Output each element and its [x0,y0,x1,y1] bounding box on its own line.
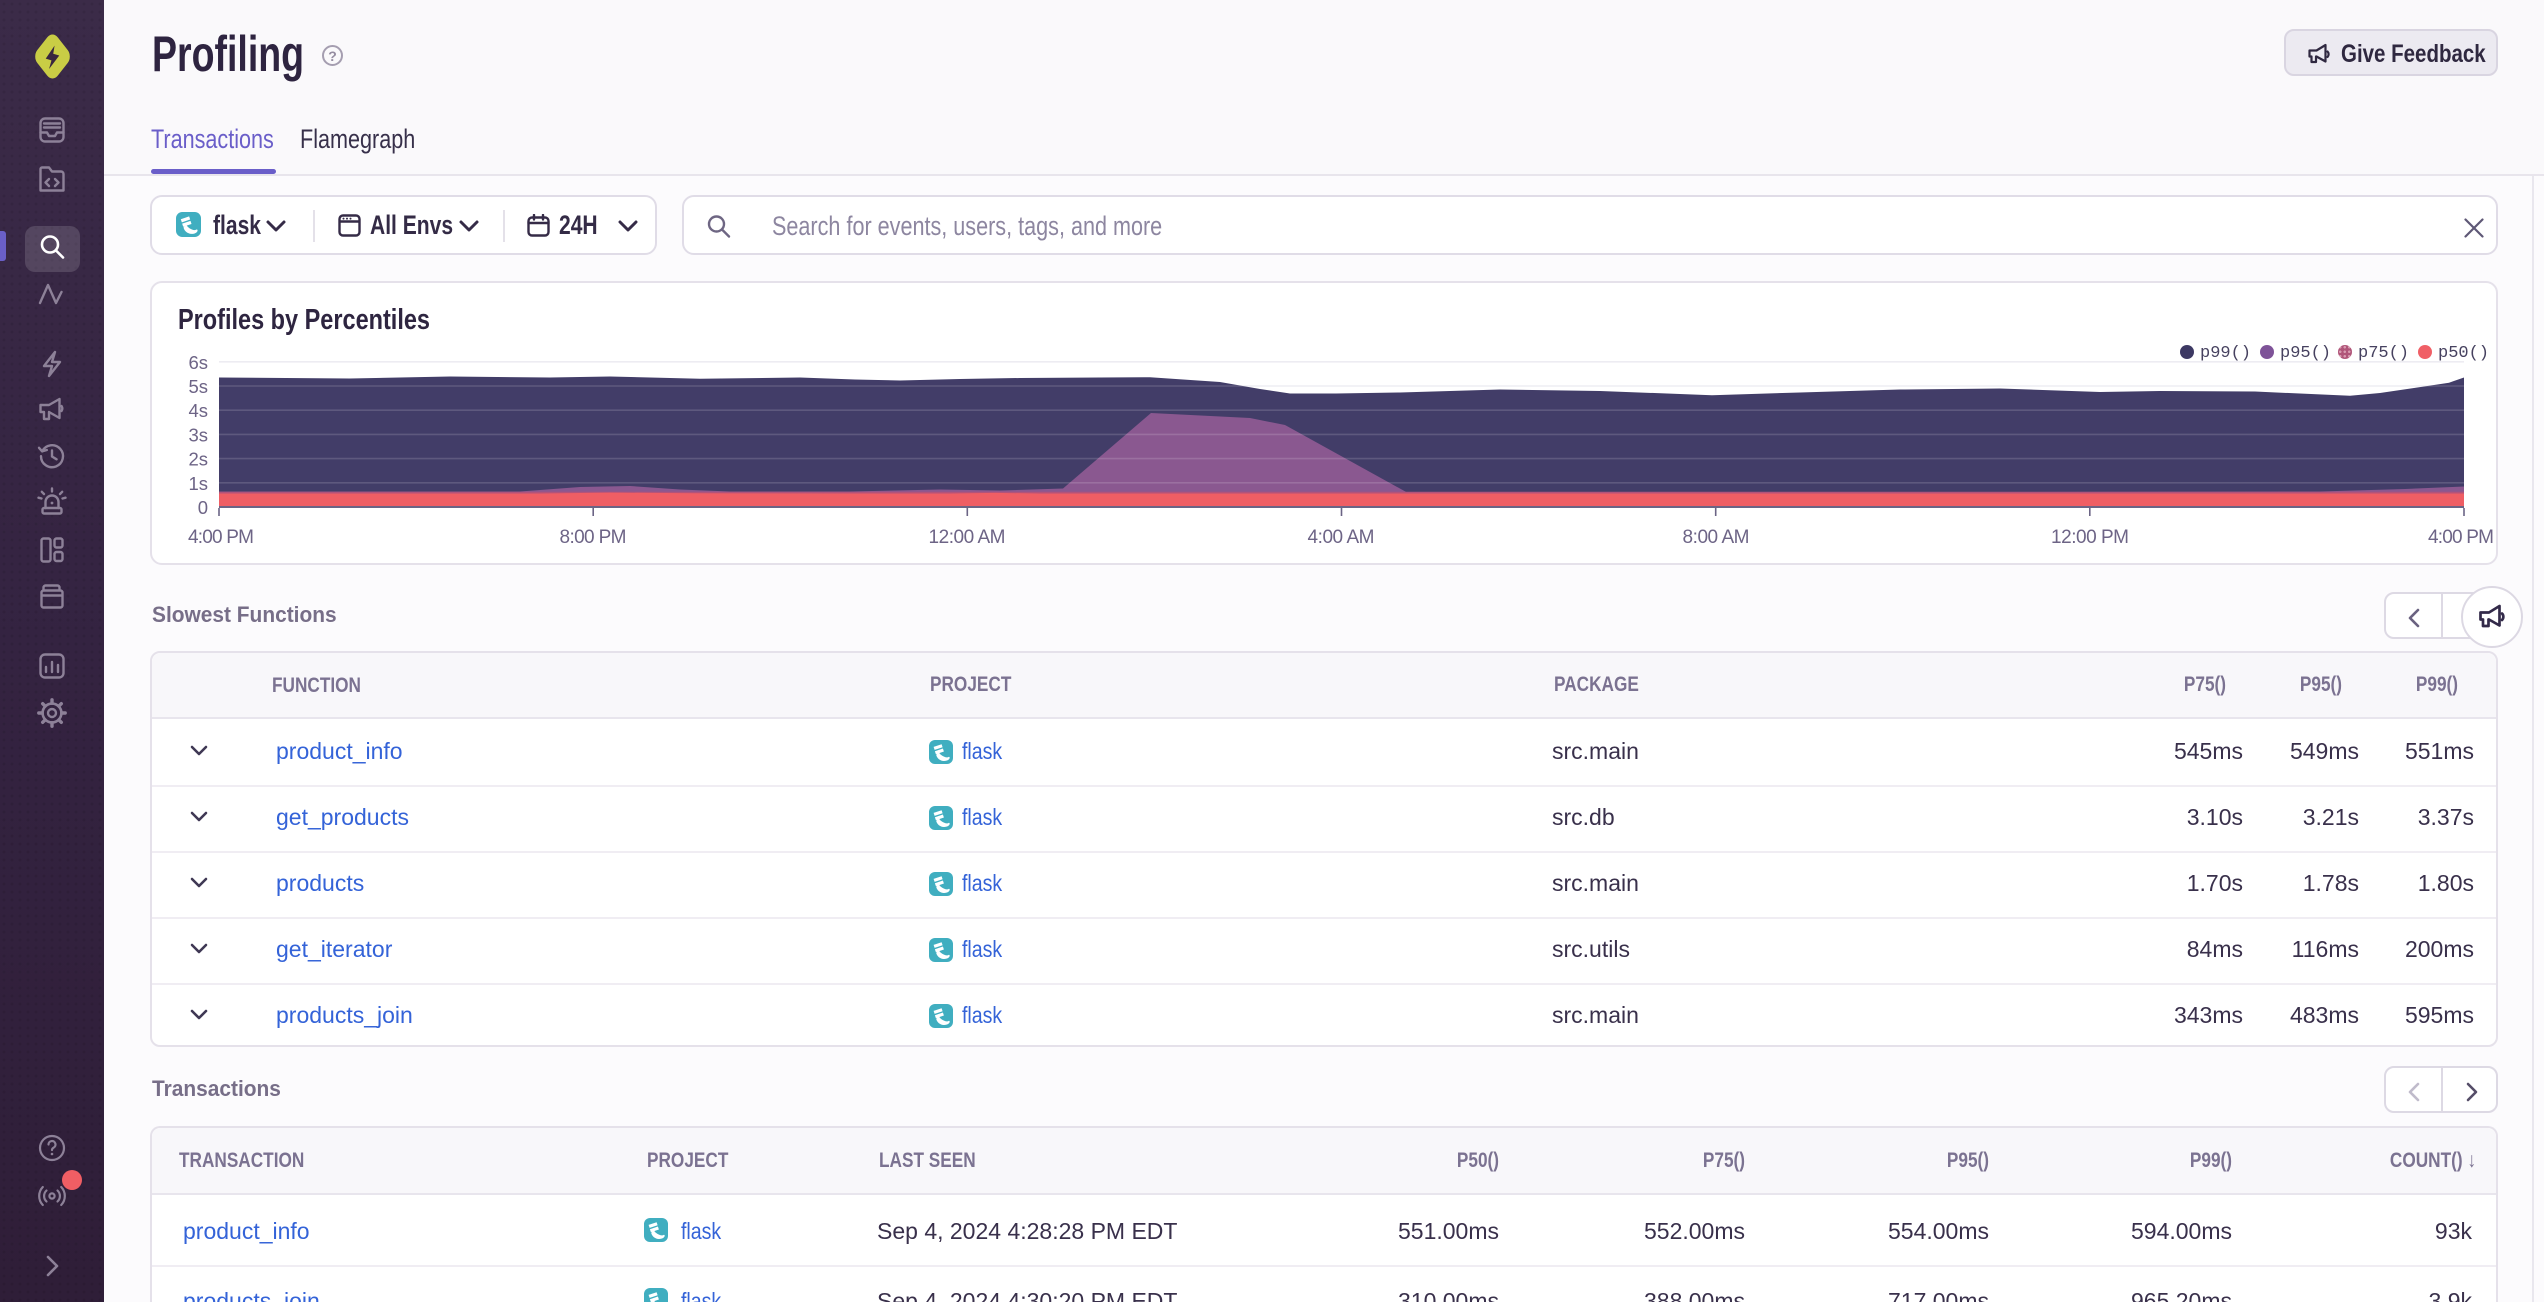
svg-text:12:00 AM: 12:00 AM [929,527,1006,548]
svg-text:8:00 PM: 8:00 PM [560,527,627,548]
svg-text:5s: 5s [188,376,208,397]
svg-text:0: 0 [198,497,208,518]
svg-text:4s: 4s [188,400,208,421]
svg-text:4:00 PM: 4:00 PM [2428,527,2494,548]
svg-text:3s: 3s [188,424,208,445]
svg-text:4:00 PM: 4:00 PM [188,527,254,548]
svg-text:1s: 1s [188,473,208,494]
svg-text:6s: 6s [188,352,208,373]
svg-text:12:00 PM: 12:00 PM [2051,527,2129,548]
svg-text:4:00 AM: 4:00 AM [1308,527,1375,548]
svg-text:8:00 AM: 8:00 AM [1683,527,1750,548]
svg-text:2s: 2s [188,449,208,470]
